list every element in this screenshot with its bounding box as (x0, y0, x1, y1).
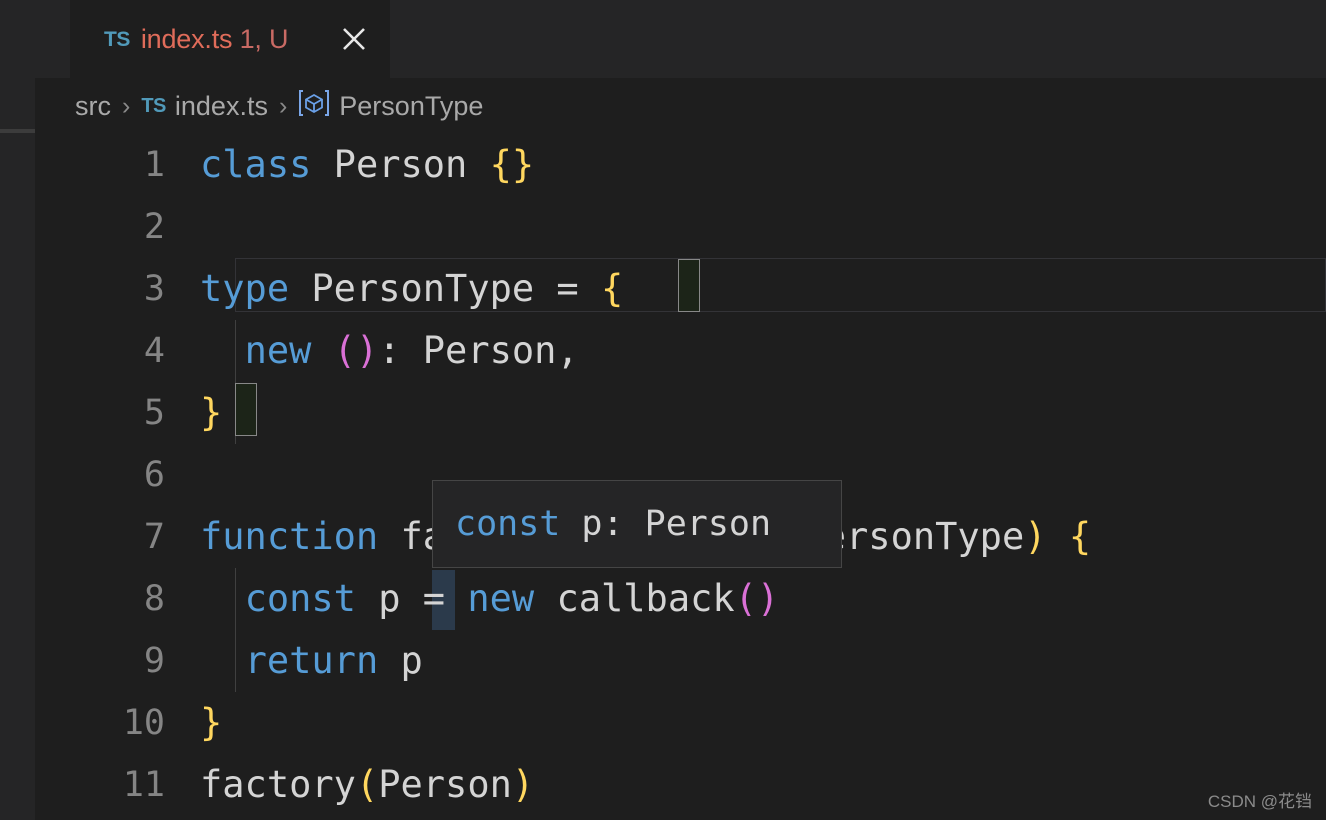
line-number: 5 (35, 382, 200, 444)
sidebar-edge (0, 0, 35, 820)
hover-tooltip: const p: Person (432, 480, 842, 568)
token-indent (200, 639, 245, 682)
line-number: 7 (35, 506, 200, 568)
tab-filename: index.ts (141, 24, 232, 54)
token-paren: () (735, 577, 780, 620)
token-argument: Person (378, 763, 512, 806)
token-variable: p = (356, 577, 467, 620)
token-paren: ( (356, 763, 378, 806)
code-line-text: } (200, 382, 222, 444)
chevron-right-icon: › (279, 92, 287, 121)
token-paren: ) (512, 763, 534, 806)
code-line[interactable]: 8 const p = new callback() (35, 568, 1326, 630)
typescript-file-icon: TS (141, 95, 166, 118)
token-keyword: type (200, 267, 289, 310)
line-number: 9 (35, 630, 200, 692)
code-line-text: } (200, 692, 222, 754)
breadcrumb-item-symbol[interactable]: PersonType (339, 91, 483, 122)
token-bracket: } (200, 391, 222, 434)
code-line[interactable]: 5 } (35, 382, 1326, 444)
line-number: 4 (35, 320, 200, 382)
line-number: 2 (35, 196, 200, 258)
token-bracket: { (601, 267, 623, 310)
token-identifier: Person (311, 143, 489, 186)
close-icon[interactable] (335, 20, 373, 58)
chevron-right-icon: › (122, 92, 130, 121)
token-keyword: new (245, 329, 312, 372)
code-line[interactable]: 4 new (): Person, (35, 320, 1326, 382)
hover-keyword: const (455, 504, 560, 544)
token-space (311, 329, 333, 372)
code-line[interactable]: 11 factory(Person) (35, 754, 1326, 816)
breadcrumb-item-src[interactable]: src (75, 91, 111, 122)
breadcrumb-item-file[interactable]: index.ts (175, 91, 268, 122)
token-keyword: class (200, 143, 311, 186)
breadcrumb: src › TS index.ts › PersonType (35, 78, 1326, 134)
code-line-text: class Person {} (200, 134, 534, 196)
code-line-text: new (): Person, (200, 320, 579, 382)
tab-dirty-badge: 1, U (240, 24, 289, 54)
code-line-text: factory(Person) (200, 754, 534, 816)
token-type: : Person, (378, 329, 578, 372)
line-number: 10 (35, 692, 200, 754)
code-line[interactable]: 3 type PersonType = { (35, 258, 1326, 320)
token-bracket: {} (490, 143, 535, 186)
line-number: 6 (35, 444, 200, 506)
token-identifier: PersonType = (289, 267, 601, 310)
token-keyword: const (245, 577, 356, 620)
watermark: CSDN @花铛 (1208, 787, 1312, 812)
token-bracket: { (1069, 515, 1091, 558)
token-indent (200, 577, 245, 620)
tab-badge (232, 24, 239, 54)
token-variable: p (378, 639, 423, 682)
editor-tab-bar: TS index.ts 1, U (35, 0, 1326, 78)
hover-type-text: p: Person (560, 504, 771, 544)
code-line-text: type PersonType = { (200, 258, 623, 320)
token-space (1047, 515, 1069, 558)
typescript-file-icon: TS (104, 29, 130, 50)
interface-icon (298, 88, 330, 125)
sidebar-divider (0, 129, 35, 133)
code-line[interactable]: 10 } (35, 692, 1326, 754)
code-line[interactable]: 2 (35, 196, 1326, 258)
token-indent (200, 329, 245, 372)
tab-label: index.ts 1, U (141, 24, 288, 55)
line-number: 1 (35, 134, 200, 196)
token-keyword: return (245, 639, 379, 682)
vscode-window: TS index.ts 1, U src › TS index.ts › Per… (0, 0, 1326, 820)
code-line-text: const p = new callback() (200, 568, 779, 630)
token-paren: () (334, 329, 379, 372)
code-editor[interactable]: 1 class Person {} 2 3 type PersonType = … (35, 134, 1326, 820)
line-number: 8 (35, 568, 200, 630)
line-number: 11 (35, 754, 200, 816)
token-function-name: factory (200, 763, 356, 806)
token-keyword: new (467, 577, 534, 620)
line-number: 3 (35, 258, 200, 320)
code-line[interactable]: 1 class Person {} (35, 134, 1326, 196)
token-keyword: function (200, 515, 378, 558)
token-call: callback (534, 577, 734, 620)
token-bracket: } (200, 701, 222, 744)
code-line-text: return p (200, 630, 423, 692)
token-paren: ) (1024, 515, 1046, 558)
code-line[interactable]: 9 return p (35, 630, 1326, 692)
